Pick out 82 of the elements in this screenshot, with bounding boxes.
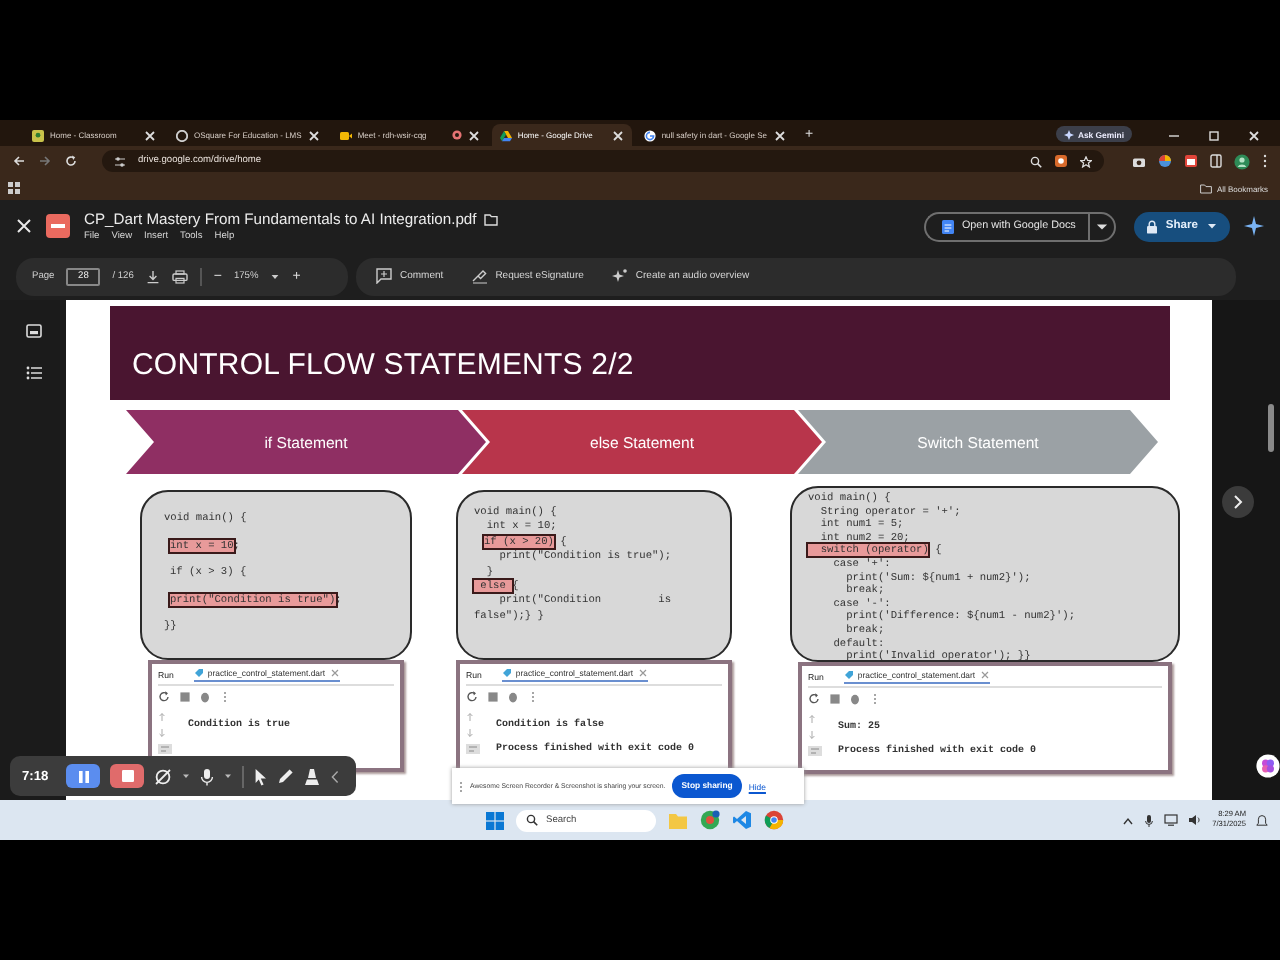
apps-icon[interactable]	[8, 182, 20, 194]
panel-icon[interactable]	[1210, 154, 1222, 168]
record-icon	[451, 130, 462, 140]
calendar-icon[interactable]	[1184, 154, 1198, 168]
color-wheel-icon[interactable]	[1158, 154, 1172, 168]
caret-icon	[1206, 220, 1218, 232]
maximize-icon[interactable]	[1208, 130, 1220, 142]
slide-title: CONTROL FLOW STATEMENTS 2/2	[132, 348, 634, 382]
lock-icon	[1145, 219, 1158, 233]
stop-icon[interactable]	[828, 692, 842, 706]
download-icon[interactable]	[145, 269, 160, 283]
docs-icon	[941, 219, 954, 233]
close-icon[interactable]	[773, 129, 786, 141]
pause-button[interactable]	[66, 764, 101, 788]
extension-icon[interactable]	[1054, 154, 1068, 168]
menu-icon[interactable]	[1262, 154, 1268, 168]
tune-icon	[114, 155, 126, 167]
stop-icon	[121, 770, 134, 782]
forward-icon[interactable]	[38, 154, 52, 168]
square-icon	[32, 129, 44, 141]
zoom-icon[interactable]	[1030, 155, 1042, 167]
back-icon[interactable]	[12, 154, 26, 168]
code-editor-icon[interactable]	[732, 810, 752, 830]
signature-icon	[471, 268, 488, 284]
search-icon	[526, 814, 538, 826]
close-icon[interactable]	[611, 129, 624, 141]
caret-icon[interactable]	[270, 271, 281, 281]
rerun-icon[interactable]	[158, 690, 172, 704]
rerun-icon[interactable]	[808, 692, 822, 706]
flower-icon[interactable]	[1256, 754, 1280, 778]
next-button[interactable]	[1222, 486, 1254, 518]
print-icon[interactable]	[171, 269, 188, 283]
pdf-file-icon	[46, 214, 70, 238]
pen-icon[interactable]	[278, 768, 295, 784]
close-icon[interactable]	[144, 129, 156, 141]
browser-icon[interactable]	[764, 810, 784, 830]
g-icon	[643, 129, 656, 141]
windows-icon[interactable]	[486, 811, 504, 829]
chevron-right-icon	[1232, 494, 1244, 510]
dart-icon	[501, 668, 512, 678]
sparkle-icon[interactable]	[1244, 216, 1264, 236]
chevron-up-icon[interactable]	[1122, 815, 1135, 825]
pause-icon	[77, 769, 90, 783]
app-icon[interactable]	[700, 810, 720, 830]
bell-icon[interactable]	[1256, 813, 1268, 827]
close-icon	[329, 668, 340, 678]
camera-off-icon[interactable]	[154, 767, 173, 785]
close-icon[interactable]	[16, 218, 32, 234]
avatar-icon[interactable]	[1234, 153, 1250, 169]
scrollbar-thumb[interactable]	[1268, 404, 1274, 452]
rerun-icon[interactable]	[466, 690, 480, 704]
folder-icon	[1200, 183, 1213, 193]
dart-icon	[193, 668, 204, 678]
star-icon[interactable]	[1080, 155, 1092, 167]
camera-icon	[339, 129, 352, 141]
thumbnail-icon[interactable]	[25, 324, 41, 338]
camera-icon[interactable]	[1132, 155, 1146, 167]
dart-icon	[843, 670, 854, 680]
cursor-icon[interactable]	[254, 767, 269, 785]
stop-icon[interactable]	[178, 690, 192, 704]
microphone-icon[interactable]	[200, 767, 215, 785]
list-icon[interactable]	[25, 366, 41, 380]
comment-icon	[376, 268, 392, 284]
stop-button[interactable]	[110, 764, 145, 788]
highlighter-icon[interactable]	[304, 767, 321, 785]
minimize-icon[interactable]	[1168, 130, 1180, 142]
close-icon[interactable]	[307, 129, 320, 141]
sparkle-icon	[611, 268, 628, 284]
close-icon	[637, 668, 648, 678]
speaker-icon[interactable]	[1188, 814, 1203, 826]
folder-icon[interactable]	[484, 213, 499, 225]
chevron-left-icon[interactable]	[330, 769, 341, 783]
monitor-icon[interactable]	[1164, 814, 1179, 826]
triangle-icon	[499, 129, 512, 141]
microphone-icon[interactable]	[1144, 813, 1155, 827]
close-icon[interactable]	[467, 129, 480, 141]
close-icon[interactable]	[1248, 130, 1260, 142]
reload-icon[interactable]	[64, 154, 78, 168]
stop-icon[interactable]	[486, 690, 500, 704]
close-icon	[979, 670, 990, 680]
caret-icon[interactable]	[1087, 211, 1116, 241]
sparkle-icon	[1063, 129, 1074, 139]
